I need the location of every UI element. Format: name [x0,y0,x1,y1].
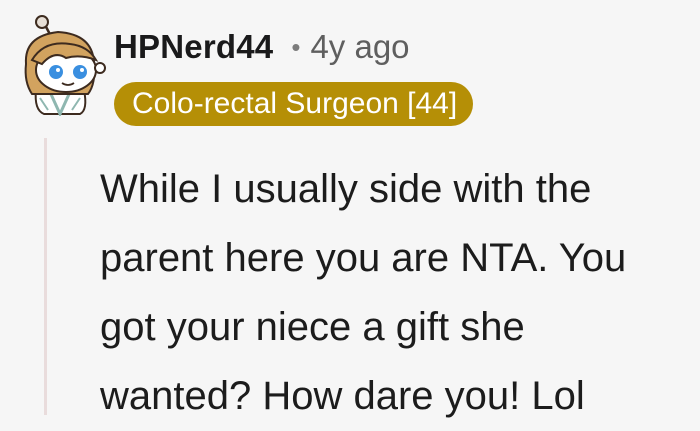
comment-header: HPNerd44 • 4y ago [114,22,410,72]
snoo-avatar-icon [24,15,106,118]
user-flair-text: Colo-rectal Surgeon [44] [132,87,458,120]
user-flair-badge: Colo-rectal Surgeon [44] [114,82,474,126]
comment: HPNerd44 • 4y ago Colo-rectal Surgeon [4… [0,0,700,418]
comment-timestamp[interactable]: 4y ago [310,28,409,66]
user-avatar[interactable] [14,14,106,118]
comment-body: While I usually side with the parent her… [100,167,627,418]
username-link[interactable]: HPNerd44 [114,28,273,66]
thread-line[interactable] [44,138,47,415]
meta-separator: • [291,32,301,62]
